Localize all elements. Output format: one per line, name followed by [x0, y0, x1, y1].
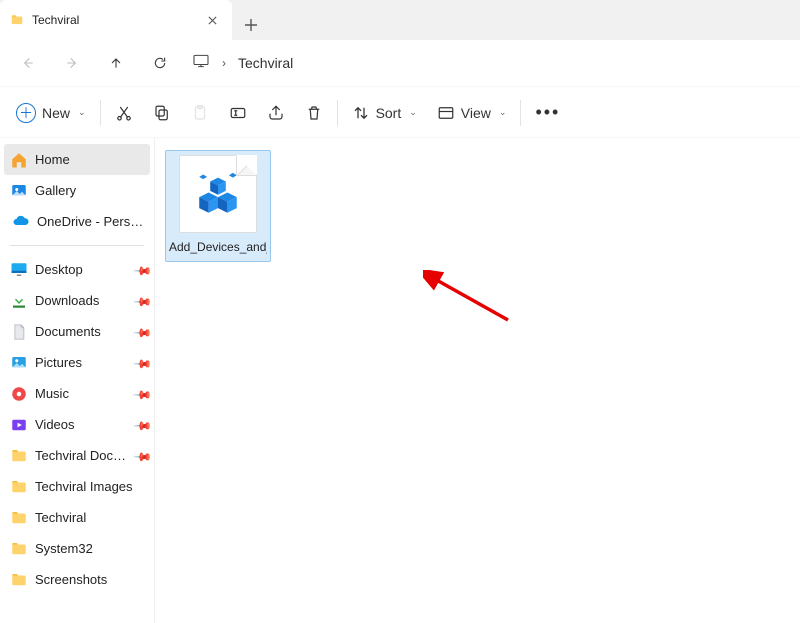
sidebar-item-label: Techviral Images: [35, 479, 148, 494]
downloads-icon: [10, 292, 28, 310]
music-icon: [10, 385, 28, 403]
file-name: Add_Devices_and_Printers_to_top_of_navig…: [169, 239, 267, 255]
sidebar-item-label: Downloads: [35, 293, 129, 308]
folder-icon: [10, 478, 28, 496]
pin-icon: 📌: [133, 384, 151, 402]
file-item[interactable]: Add_Devices_and_Printers_to_top_of_navig…: [165, 150, 271, 262]
pin-icon: 📌: [133, 353, 151, 371]
copy-button[interactable]: [143, 95, 181, 131]
file-thumbnail: [179, 155, 257, 233]
new-tab-button[interactable]: [236, 10, 266, 40]
folder-icon: [10, 540, 28, 558]
sidebar-item-label: Desktop: [35, 262, 129, 277]
sidebar-item-label: Videos: [35, 417, 129, 432]
folder-icon: [10, 509, 28, 527]
sidebar-item-label: System32: [35, 541, 148, 556]
tab-active[interactable]: Techviral: [0, 0, 232, 40]
annotation-arrow: [423, 270, 523, 330]
sort-button-label: Sort: [376, 105, 402, 121]
chevron-right-icon: ›: [220, 56, 228, 70]
sidebar-item-pictures[interactable]: Pictures 📌: [0, 347, 154, 378]
pictures-icon: [10, 354, 28, 372]
forward-button[interactable]: [50, 43, 94, 83]
sidebar-item-downloads[interactable]: Downloads 📌: [0, 285, 154, 316]
new-button-label: New: [42, 105, 70, 121]
navigation-pane: HomeGalleryOneDrive - Persona Desktop📌Do…: [0, 138, 155, 623]
sidebar-item-label: Techviral: [35, 510, 148, 525]
sidebar-item-system32[interactable]: System32: [0, 533, 154, 564]
sidebar-item-techviral[interactable]: Techviral: [0, 502, 154, 533]
command-bar: ＋ New ⌄ Sort ⌄ View ⌄ •••: [0, 87, 800, 137]
sidebar-item-documents[interactable]: Documents 📌: [0, 316, 154, 347]
sidebar-item-onedrive-persona[interactable]: OneDrive - Persona: [0, 206, 154, 237]
chevron-down-icon: ⌄: [409, 107, 417, 118]
navigation-bar: › Techviral: [0, 40, 800, 86]
folder-icon: [10, 13, 24, 27]
new-button[interactable]: ＋ New ⌄: [6, 95, 96, 131]
delete-button[interactable]: [295, 95, 333, 131]
chevron-down-icon: ⌄: [499, 107, 507, 118]
folder-icon: [10, 571, 28, 589]
pin-icon: 📌: [133, 446, 151, 464]
sidebar-item-label: Screenshots: [35, 572, 148, 587]
home-icon: [10, 151, 28, 169]
separator: [337, 100, 338, 126]
separator: [100, 100, 101, 126]
sidebar-item-label: OneDrive - Persona: [37, 214, 148, 229]
sidebar-item-label: Pictures: [35, 355, 129, 370]
sidebar-item-videos[interactable]: Videos 📌: [0, 409, 154, 440]
paste-button[interactable]: [181, 95, 219, 131]
gallery-icon: [10, 182, 28, 200]
pin-icon: 📌: [133, 291, 151, 309]
sidebar-item-desktop[interactable]: Desktop 📌: [0, 254, 154, 285]
sidebar-item-techviral-docum[interactable]: Techviral Docum 📌: [0, 440, 154, 471]
sidebar-item-home[interactable]: Home: [4, 144, 150, 175]
sidebar-item-label: Documents: [35, 324, 129, 339]
plus-circle-icon: ＋: [16, 103, 36, 123]
pin-icon: 📌: [133, 415, 151, 433]
desktop-icon: [10, 261, 28, 279]
chevron-down-icon: ⌄: [78, 107, 86, 118]
back-button[interactable]: [6, 43, 50, 83]
sort-button[interactable]: Sort ⌄: [342, 95, 427, 131]
more-button[interactable]: •••: [525, 95, 570, 131]
videos-icon: [10, 416, 28, 434]
ellipsis-icon: •••: [535, 102, 560, 123]
rename-button[interactable]: [219, 95, 257, 131]
address-bar[interactable]: › Techviral: [182, 54, 293, 71]
up-button[interactable]: [94, 43, 138, 83]
tab-close-button[interactable]: [202, 10, 222, 30]
sidebar-item-music[interactable]: Music 📌: [0, 378, 154, 409]
registry-icon: [193, 169, 243, 219]
pin-icon: 📌: [133, 260, 151, 278]
sidebar-item-gallery[interactable]: Gallery: [0, 175, 154, 206]
file-list[interactable]: Add_Devices_and_Printers_to_top_of_navig…: [155, 138, 800, 623]
main-area: HomeGalleryOneDrive - Persona Desktop📌Do…: [0, 138, 800, 623]
sidebar-item-label: Techviral Docum: [35, 448, 129, 463]
tab-strip: Techviral: [0, 0, 800, 40]
sidebar-item-label: Gallery: [35, 183, 148, 198]
onedrive-icon: [12, 213, 30, 231]
tab-title: Techviral: [32, 13, 194, 27]
this-pc-icon: [192, 54, 210, 71]
cut-button[interactable]: [105, 95, 143, 131]
sidebar-item-label: Home: [35, 152, 144, 167]
refresh-button[interactable]: [138, 43, 182, 83]
separator: [520, 100, 521, 126]
breadcrumb-location[interactable]: Techviral: [238, 55, 293, 71]
folder-icon: [10, 447, 28, 465]
pin-icon: 📌: [133, 322, 151, 340]
share-button[interactable]: [257, 95, 295, 131]
view-button-label: View: [461, 105, 491, 121]
divider: [10, 245, 144, 246]
view-button[interactable]: View ⌄: [427, 95, 517, 131]
sidebar-item-techviral-images[interactable]: Techviral Images: [0, 471, 154, 502]
documents-icon: [10, 323, 28, 341]
sidebar-item-label: Music: [35, 386, 129, 401]
sidebar-item-screenshots[interactable]: Screenshots: [0, 564, 154, 595]
